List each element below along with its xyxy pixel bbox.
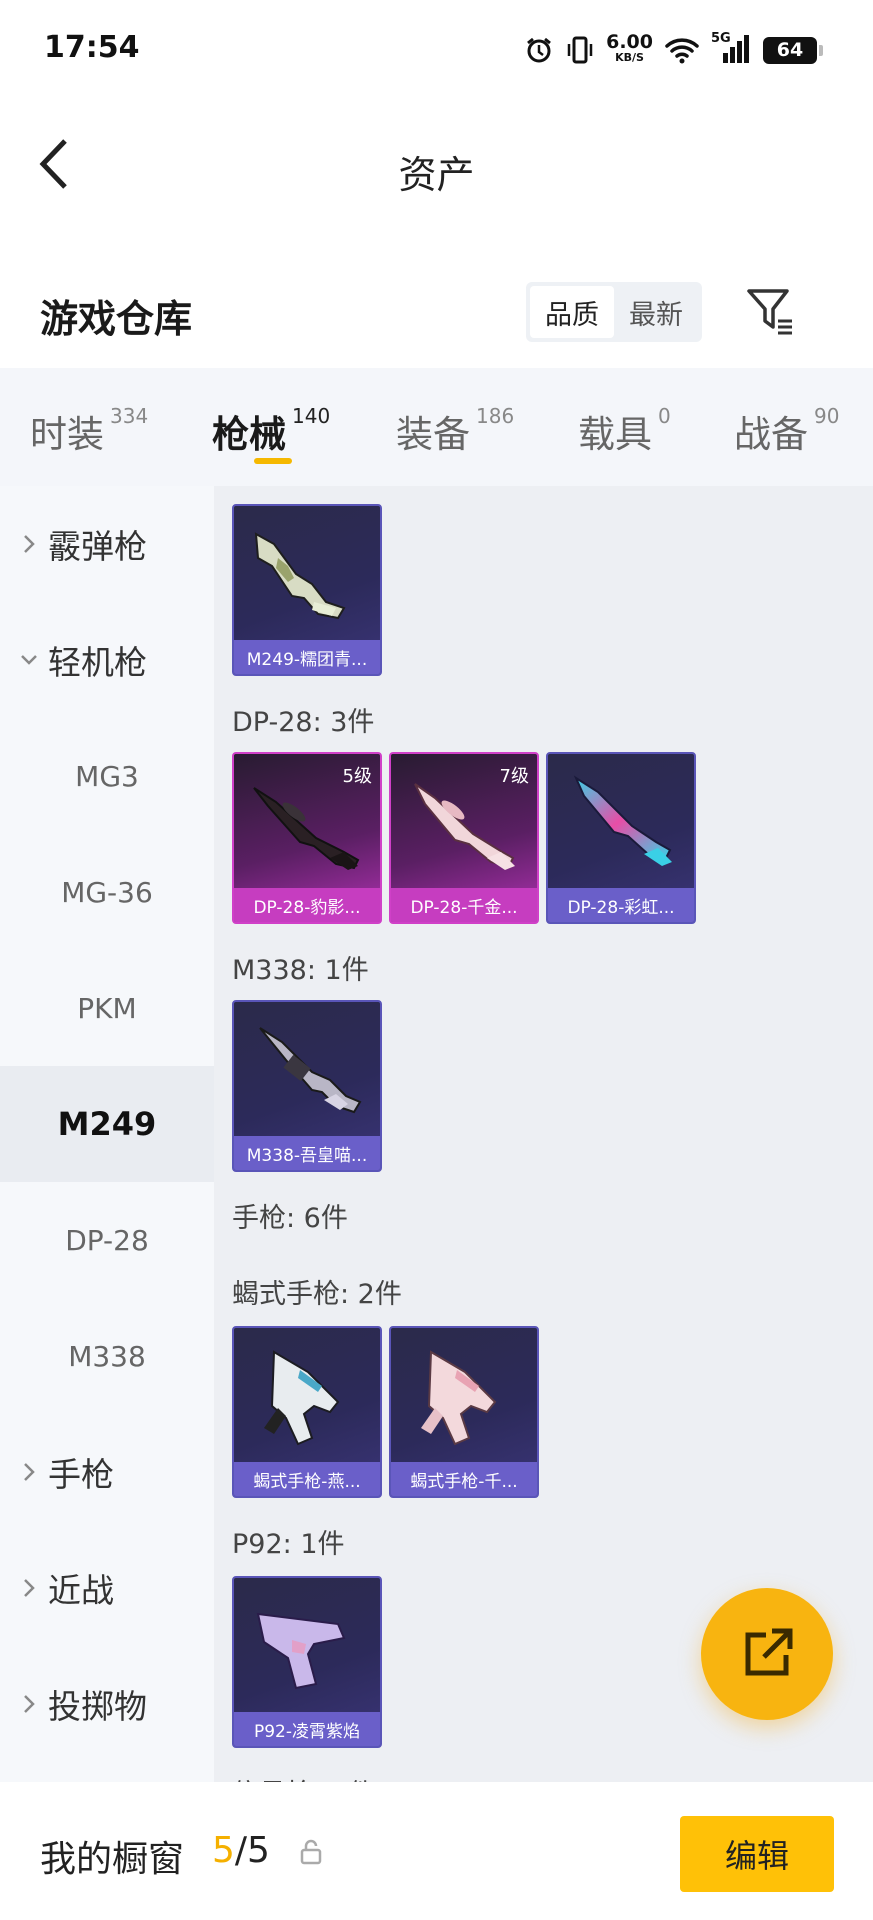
- item-card[interactable]: 5级 DP-28-豹影...: [232, 752, 382, 924]
- section-title: 游戏仓库: [40, 297, 193, 341]
- item-name: P92-凌霄紫焰: [234, 1712, 380, 1746]
- sidebar-group-label: 投掷物: [48, 1687, 147, 1726]
- item-name: DP-28-彩虹...: [548, 888, 694, 922]
- signal-indicator: 5G: [711, 31, 751, 65]
- sidebar-group-pistol[interactable]: 手枪: [0, 1414, 214, 1530]
- item-card[interactable]: P92-凌霄紫焰: [232, 1576, 382, 1748]
- sort-option-newest[interactable]: 最新: [614, 286, 698, 338]
- share-button[interactable]: [701, 1588, 833, 1720]
- net-speed: 6.00 KB/S: [606, 31, 653, 65]
- sidebar-group-label: 近战: [48, 1571, 114, 1610]
- battery-indicator: 64: [763, 36, 823, 64]
- pistol-skin-image: [256, 1612, 346, 1690]
- sidebar-group-shotgun[interactable]: 霰弹枪: [0, 486, 214, 602]
- sidebar-group-throwables[interactable]: 投掷物: [0, 1646, 214, 1762]
- page-title: 资产: [398, 153, 475, 197]
- lmg-skin-image: [259, 1027, 362, 1114]
- active-tab-indicator: [254, 458, 292, 464]
- category-tabs: 时装 334 枪械 140 装备 186 载具 0 战备 90: [0, 368, 873, 486]
- tab-fashion[interactable]: 时装 334: [30, 404, 148, 458]
- bottom-bar: 我的橱窗 5/5 编辑: [0, 1782, 873, 1920]
- lock-icon: [300, 1839, 322, 1865]
- item-card[interactable]: 7级 DP-28-千金...: [389, 752, 539, 924]
- signal-icon: [723, 35, 749, 63]
- lmg-skin-image: [254, 532, 346, 620]
- chevron-right-icon: [24, 535, 35, 553]
- vibrate-icon: [567, 36, 593, 64]
- item-name: M249-糯团青...: [234, 640, 380, 674]
- sidebar-item-mg36[interactable]: MG-36: [0, 834, 214, 950]
- showcase-count: 5/5: [212, 1830, 270, 1871]
- lmg-skin-image: [573, 775, 672, 866]
- smg-skin-image: [264, 1350, 340, 1446]
- item-name: 蝎式手枪-燕...: [234, 1462, 380, 1496]
- item-card[interactable]: M338-吾皇喵...: [232, 1000, 382, 1172]
- group-title-pistols: 手枪: 6件: [232, 1203, 348, 1234]
- sidebar-group-label: 轻机枪: [48, 643, 147, 682]
- group-title-flare: 信号枪: 1件: [232, 1772, 375, 1782]
- item-name: DP-28-豹影...: [234, 888, 380, 922]
- sidebar: 霰弹枪 轻机枪 MG3 MG-36 PKM M249 DP-28 M338 手枪…: [0, 486, 214, 1782]
- sidebar-group-lmg[interactable]: 轻机枪: [0, 602, 214, 718]
- group-title-dp28: DP-28: 3件: [232, 707, 375, 738]
- sort-option-quality[interactable]: 品质: [530, 286, 614, 338]
- item-card[interactable]: 蝎式手枪-千...: [389, 1326, 539, 1498]
- smg-skin-image: [421, 1350, 497, 1446]
- sidebar-group-label: 手枪: [48, 1455, 114, 1494]
- sidebar-item-pkm[interactable]: PKM: [0, 950, 214, 1066]
- group-title-m338: M338: 1件: [232, 955, 369, 986]
- chevron-right-icon: [24, 1463, 35, 1481]
- sidebar-group-melee[interactable]: 近战: [0, 1530, 214, 1646]
- item-level: 7级: [499, 766, 529, 787]
- sidebar-group-label: 霰弹枪: [48, 527, 147, 566]
- nav-bar: 资产: [0, 104, 873, 224]
- status-bar: 17:54 6.00 KB/S 5G 64: [0, 0, 873, 104]
- chevron-right-icon: [24, 1695, 35, 1713]
- share-external-icon: [745, 1628, 793, 1676]
- item-card[interactable]: DP-28-彩虹...: [546, 752, 696, 924]
- tab-guns[interactable]: 枪械 140: [212, 404, 330, 458]
- group-title-skorpion: 蝎式手枪: 2件: [232, 1279, 402, 1310]
- showcase-label: 我的橱窗: [40, 1839, 185, 1880]
- group-title-p92: P92: 1件: [232, 1529, 345, 1560]
- tab-vehicles[interactable]: 载具 0: [578, 404, 671, 458]
- item-name: M338-吾皇喵...: [234, 1136, 380, 1170]
- alarm-icon: [527, 37, 552, 63]
- filter-icon: [747, 289, 792, 335]
- filter-button[interactable]: [742, 284, 798, 340]
- item-name: 蝎式手枪-千...: [391, 1462, 537, 1496]
- tab-equipment[interactable]: 装备 186: [396, 404, 514, 458]
- item-name: DP-28-千金...: [391, 888, 537, 922]
- sidebar-item-mg3[interactable]: MG3: [0, 718, 214, 834]
- edit-button[interactable]: 编辑: [680, 1816, 834, 1892]
- wifi-icon: [665, 38, 699, 64]
- status-icons: 6.00 KB/S 5G 64: [524, 30, 823, 70]
- tab-supplies[interactable]: 战备 90: [734, 404, 839, 458]
- sort-toggle: 品质 最新: [526, 282, 702, 342]
- sidebar-item-m249[interactable]: M249: [0, 1066, 214, 1182]
- item-card[interactable]: M249-糯团青...: [232, 504, 382, 676]
- item-level: 5级: [342, 766, 372, 787]
- chevron-down-icon: [21, 655, 37, 665]
- chevron-right-icon: [24, 1579, 35, 1597]
- item-card[interactable]: 蝎式手枪-燕...: [232, 1326, 382, 1498]
- sidebar-item-dp28[interactable]: DP-28: [0, 1182, 214, 1298]
- sidebar-item-m338[interactable]: M338: [0, 1298, 214, 1414]
- status-time: 17:54: [44, 30, 140, 65]
